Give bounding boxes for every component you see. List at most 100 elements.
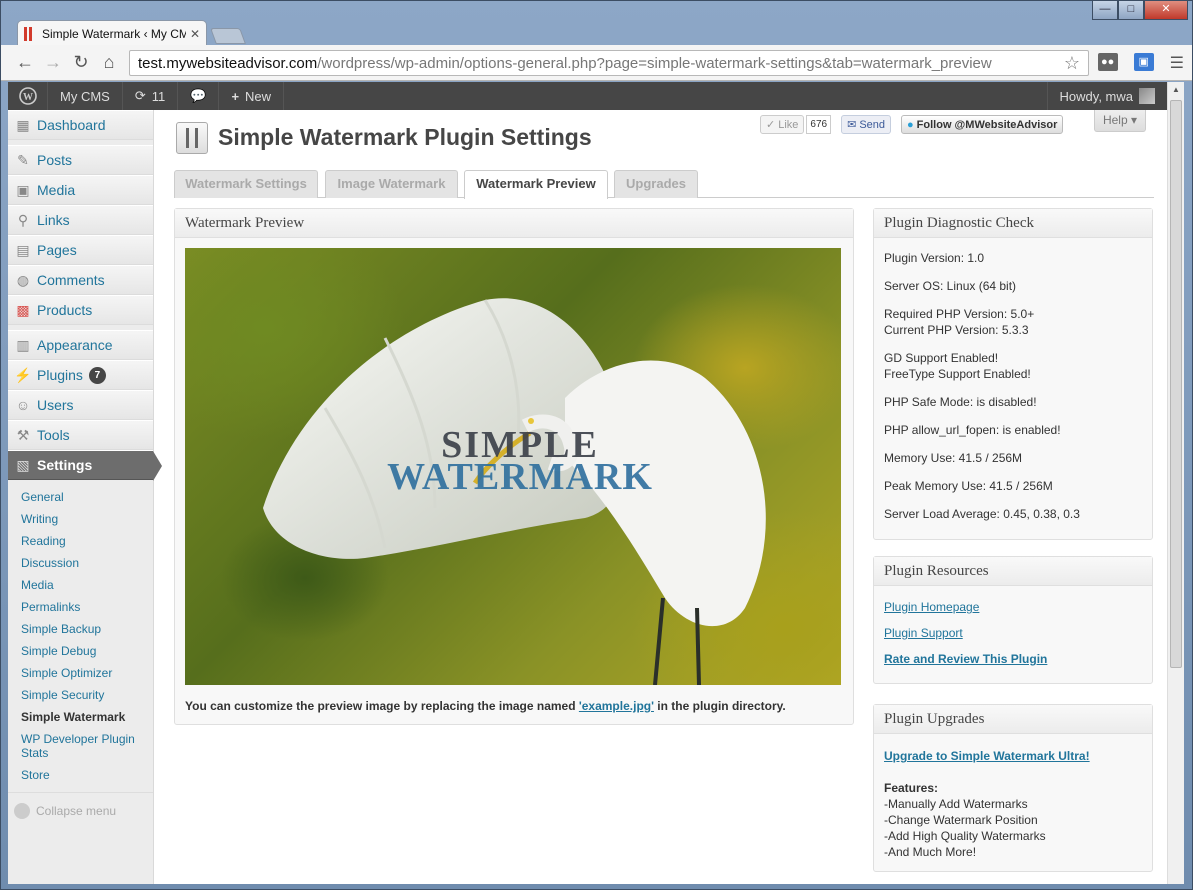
new-tab-button[interactable] [210,28,246,44]
send-label: Send [859,118,886,131]
sidebar-item-plugins[interactable]: ⚡ Plugins 7 [8,360,153,390]
submenu-simple-backup[interactable]: Simple Backup [8,618,153,640]
favicon-icon [24,26,34,41]
like-count: 676 [806,115,832,134]
feature-item: -And Much More! [884,845,977,859]
tab-title: Simple Watermark ‹ My CMS [42,26,186,41]
tab-watermark-settings[interactable]: Watermark Settings [174,170,318,198]
browser-tab[interactable]: Simple Watermark ‹ My CMS ✕ [17,20,207,46]
submenu-store[interactable]: Store [8,764,153,786]
scroll-up-icon[interactable]: ▲ [1168,82,1184,98]
admin-bar-new[interactable]: + New [219,82,285,110]
plugin-homepage-link[interactable]: Plugin Homepage [884,600,979,614]
facebook-send-button[interactable]: ✉ Send [841,115,892,134]
tab-watermark-preview[interactable]: Watermark Preview [464,170,608,199]
sidebar-item-comments[interactable]: ◍ Comments [8,265,153,295]
submenu-simple-debug[interactable]: Simple Debug [8,640,153,662]
sidebar-item-label: Dashboard [37,117,106,133]
address-bar[interactable]: test.mywebsiteadvisor.com /wordpress/wp-… [129,50,1089,76]
admin-bar-account[interactable]: Howdy, mwa [1046,82,1167,110]
submenu-permalinks[interactable]: Permalinks [8,596,153,618]
reload-icon[interactable]: ↻ [67,52,95,73]
submenu-general[interactable]: General [8,486,153,508]
admin-bar: W My CMS ⟳ 11 💬 + New Howdy, mwa [8,82,1167,110]
sidebar-item-label: Media [37,182,76,198]
scrollbar-thumb[interactable] [1170,100,1182,668]
submenu-simple-watermark[interactable]: Simple Watermark [8,706,153,728]
page-title: Simple Watermark Plugin Settings [218,124,592,150]
admin-bar-comments[interactable]: 💬 [178,82,220,110]
diag-line: Plugin Version: 1.0 [884,250,1142,266]
diag-text: GD Support Enabled! [884,351,999,365]
comments-icon: ◍ [16,271,30,288]
sidebar-item-label: Users [37,397,74,413]
submenu-simple-optimizer[interactable]: Simple Optimizer [8,662,153,684]
media-icon: ▣ [16,181,30,198]
svg-text:W: W [23,92,33,103]
menu-icon[interactable]: ☰ [1170,53,1184,73]
back-icon[interactable]: ← [11,52,39,73]
twitter-follow-button[interactable]: ● Follow @MWebsiteAdvisor [901,115,1064,134]
submenu-simple-security[interactable]: Simple Security [8,684,153,706]
extension-glasses-icon[interactable]: ●● [1097,53,1118,71]
home-icon[interactable]: ⌂ [95,52,123,73]
features-label: Features: [884,781,939,795]
sidebar-item-label: Comments [37,272,105,288]
plugins-update-badge: 7 [88,366,106,384]
sidebar-item-dashboard[interactable]: ▦ Dashboard [8,110,153,140]
url-host: test.mywebsiteadvisor.com [138,54,318,72]
sidebar-item-settings[interactable]: ▧ Settings [8,450,162,481]
tab-upgrades[interactable]: Upgrades [614,170,698,198]
dashboard-icon: ▦ [16,116,30,133]
bookmark-star-icon[interactable]: ☆ [1064,53,1080,74]
wordpress-logo-icon[interactable]: W [8,82,48,110]
updates-count: 11 [151,88,166,104]
vertical-scrollbar[interactable]: ▲ [1167,82,1184,884]
diag-text: Server Load Average: 0.45, 0.38, 0.3 [884,507,1080,521]
admin-bar-updates[interactable]: ⟳ 11 [123,82,179,110]
sidebar-item-posts[interactable]: ✎ Posts [8,145,153,175]
submenu-wp-developer-plugin-stats[interactable]: WP Developer Plugin Stats [8,728,153,764]
send-icon: ✉ [847,119,857,131]
users-icon: ☺ [15,397,31,413]
avatar [1139,88,1155,104]
tab-image-watermark[interactable]: Image Watermark [325,170,458,198]
sidebar-item-links[interactable]: ⚲ Links [8,205,153,235]
forward-icon[interactable]: → [39,52,67,73]
submenu-writing[interactable]: Writing [8,508,153,530]
settings-tabs: Watermark Settings Image Watermark Water… [174,170,1154,199]
new-label: New [245,88,272,104]
example-jpg-link[interactable]: 'example.jpg' [579,699,654,713]
diag-line: Server Load Average: 0.45, 0.38, 0.3 [884,506,1142,522]
admin-bar-site[interactable]: My CMS [48,82,123,110]
preview-box-heading: Watermark Preview [175,209,853,238]
sidebar-item-tools[interactable]: ⚒ Tools [8,420,153,450]
submenu-media[interactable]: Media [8,574,153,596]
watermark-overlay: SIMPLE WATERMARK [355,426,685,496]
close-window-button[interactable]: ✕ [1144,1,1188,20]
facebook-like-button[interactable]: ✓ Like [760,115,805,134]
submenu-reading[interactable]: Reading [8,530,153,552]
chevron-down-icon: ▾ [1131,113,1138,127]
resources-heading: Plugin Resources [874,557,1152,586]
extension-screen-icon[interactable]: ▣ [1133,53,1154,71]
plugin-support-link[interactable]: Plugin Support [884,626,963,640]
sidebar-item-products[interactable]: ▩ Products [8,295,153,325]
rate-review-link[interactable]: Rate and Review This Plugin [884,652,1047,666]
submenu-discussion[interactable]: Discussion [8,552,153,574]
plugin-upgrades-box: Plugin Upgrades Upgrade to Simple Waterm… [873,704,1153,872]
upgrade-ultra-link[interactable]: Upgrade to Simple Watermark Ultra! [884,749,1090,763]
howdy-label: Howdy, mwa [1059,88,1133,104]
tab-close-icon[interactable]: ✕ [190,27,200,41]
collapse-menu-button[interactable]: Collapse menu [8,792,153,819]
maximize-button[interactable]: □ [1118,1,1144,20]
sidebar-item-media[interactable]: ▣ Media [8,175,153,205]
help-tab[interactable]: Help ▾ [1094,110,1146,132]
minimize-button[interactable]: — [1092,1,1118,20]
sidebar-item-appearance[interactable]: ▥ Appearance [8,330,153,360]
diag-line: PHP Safe Mode: is disabled! [884,394,1142,410]
admin-sidebar: ▦ Dashboard ✎ Posts ▣ Media ⚲ Links ▤ Pages ◍… [8,110,162,884]
sidebar-item-users[interactable]: ☺ Users [8,390,153,420]
page: ▦ Dashboard ✎ Posts ▣ Media ⚲ Links ▤ Pages ◍… [8,110,1167,884]
sidebar-item-pages[interactable]: ▤ Pages [8,235,153,265]
